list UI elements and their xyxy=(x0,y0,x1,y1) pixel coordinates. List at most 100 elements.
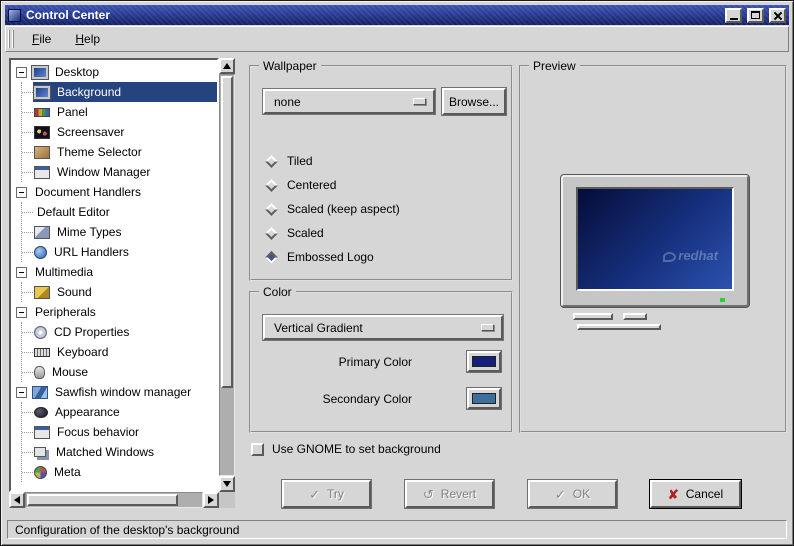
radio-icon xyxy=(265,178,278,192)
screensaver-icon xyxy=(34,125,50,139)
tree-row-peripherals[interactable]: Peripherals xyxy=(14,302,217,322)
appearance-icon xyxy=(34,406,48,418)
keyboard-icon xyxy=(34,347,50,357)
preview-legend: Preview xyxy=(529,59,580,73)
minimize-button[interactable] xyxy=(725,7,742,23)
arrow-left-icon xyxy=(14,496,20,504)
radio-scaled[interactable]: Scaled xyxy=(265,225,324,241)
tree-row-mime-types[interactable]: Mime Types xyxy=(22,222,217,242)
radio-embossed-logo[interactable]: Embossed Logo xyxy=(265,249,374,265)
use-gnome-checkbox-label: Use GNOME to set background xyxy=(272,442,441,456)
radio-icon xyxy=(265,154,278,168)
category-tree-panel: Desktop Background Panel Screensaver The… xyxy=(9,58,235,508)
vertical-scroll-thumb[interactable] xyxy=(221,76,233,388)
tree-row-mouse[interactable]: Mouse xyxy=(22,362,217,382)
titlebar[interactable]: Control Center xyxy=(5,5,789,25)
url-handlers-icon xyxy=(34,245,47,259)
checkbox-icon[interactable] xyxy=(251,442,264,456)
tree-row-screensaver[interactable]: Screensaver xyxy=(22,122,217,142)
collapse-icon[interactable] xyxy=(16,186,27,198)
meta-icon xyxy=(34,465,47,479)
tree-row-url-handlers[interactable]: URL Handlers xyxy=(22,242,217,262)
tree-row-default-editor[interactable]: Default Editor xyxy=(22,202,217,222)
collapse-icon[interactable] xyxy=(16,306,27,318)
theme-selector-icon xyxy=(34,145,50,159)
option-menu-indicator-icon xyxy=(481,323,494,331)
secondary-color-button[interactable] xyxy=(467,388,501,409)
wallpaper-dropdown[interactable]: none xyxy=(263,89,435,114)
preview-screen: redhat xyxy=(576,187,734,291)
window-title: Control Center xyxy=(26,8,110,22)
radio-centered[interactable]: Centered xyxy=(265,177,336,193)
scroll-left-button[interactable] xyxy=(9,492,25,508)
collapse-icon[interactable] xyxy=(16,266,27,278)
tree-row-panel[interactable]: Panel xyxy=(22,102,217,122)
menubar: File Help xyxy=(5,26,789,52)
redhat-logo: redhat xyxy=(663,248,718,263)
tree-row-document-handlers[interactable]: Document Handlers xyxy=(14,182,217,202)
scroll-right-button[interactable] xyxy=(203,492,219,508)
status-text: Configuration of the desktop's backgroun… xyxy=(15,522,240,537)
preview-monitor: redhat xyxy=(560,174,750,308)
radio-checked-icon xyxy=(265,250,278,264)
use-gnome-checkbox-row[interactable]: Use GNOME to set background xyxy=(251,441,441,457)
tree-row-meta[interactable]: Meta xyxy=(22,462,217,482)
tree-row-window-manager[interactable]: Window Manager xyxy=(22,162,217,182)
keyboard-bar xyxy=(577,324,661,330)
tree-row-multimedia[interactable]: Multimedia xyxy=(14,262,217,282)
revert-button[interactable]: ↺ Revert xyxy=(405,480,494,508)
window-icon xyxy=(8,8,21,22)
category-tree: Desktop Background Panel Screensaver The… xyxy=(9,58,219,492)
maximize-icon xyxy=(751,11,760,19)
focus-behavior-icon xyxy=(34,425,50,439)
tree-row-theme-selector[interactable]: Theme Selector xyxy=(22,142,217,162)
ok-icon: ✓ xyxy=(554,486,566,502)
tree-vertical-scrollbar[interactable] xyxy=(219,58,235,492)
cancel-button[interactable]: ✘ Cancel xyxy=(650,480,741,508)
arrow-up-icon xyxy=(223,63,231,69)
tree-row-appearance[interactable]: Appearance xyxy=(22,402,217,422)
redhat-swirl-icon xyxy=(663,252,677,262)
try-button[interactable]: ✓ Try xyxy=(282,480,371,508)
tree-row-keyboard[interactable]: Keyboard xyxy=(22,342,217,362)
menu-help[interactable]: Help xyxy=(63,28,112,51)
secondary-color-label: Secondary Color xyxy=(322,391,412,406)
close-icon xyxy=(773,11,782,20)
maximize-button[interactable] xyxy=(747,7,764,23)
radio-tiled[interactable]: Tiled xyxy=(265,153,313,169)
ok-button[interactable]: ✓ OK xyxy=(528,480,617,508)
option-menu-indicator-icon xyxy=(413,97,426,105)
tree-row-sound[interactable]: Sound xyxy=(22,282,217,302)
sound-icon xyxy=(34,285,50,299)
preview-group: Preview redhat xyxy=(519,59,787,433)
tree-row-background[interactable]: Background xyxy=(22,82,217,102)
menubar-grip[interactable] xyxy=(8,30,16,48)
matched-windows-icon xyxy=(34,447,46,457)
panel-icon xyxy=(34,107,50,117)
status-text-area: Configuration of the desktop's backgroun… xyxy=(7,520,787,539)
arrow-down-icon xyxy=(223,481,231,487)
minimize-icon xyxy=(729,17,738,20)
tree-row-cd-properties[interactable]: CD Properties xyxy=(22,322,217,342)
menu-file[interactable]: File xyxy=(20,28,63,51)
collapse-icon[interactable] xyxy=(16,386,27,398)
color-group: Color Vertical Gradient Primary Color Se… xyxy=(249,285,513,433)
tree-row-matched-windows[interactable]: Matched Windows xyxy=(22,442,217,462)
mime-types-icon xyxy=(34,225,50,239)
tree-row-sawfish[interactable]: Sawfish window manager xyxy=(14,382,217,402)
tree-horizontal-scrollbar[interactable] xyxy=(9,492,219,508)
gradient-dropdown[interactable]: Vertical Gradient xyxy=(263,315,503,340)
wallpaper-group: Wallpaper none Browse... Tiled Centered … xyxy=(249,59,513,281)
revert-icon: ↺ xyxy=(422,486,434,502)
radio-scaled-keep-aspect[interactable]: Scaled (keep aspect) xyxy=(265,201,400,217)
primary-color-button[interactable] xyxy=(467,351,501,372)
collapse-icon[interactable] xyxy=(16,66,27,78)
browse-button[interactable]: Browse... xyxy=(442,88,506,115)
horizontal-scroll-thumb[interactable] xyxy=(27,494,179,506)
scroll-up-button[interactable] xyxy=(219,58,235,74)
close-button[interactable] xyxy=(769,7,786,23)
scroll-down-button[interactable] xyxy=(219,476,235,492)
tree-row-desktop[interactable]: Desktop xyxy=(14,62,217,82)
statusbar: Configuration of the desktop's backgroun… xyxy=(5,518,789,541)
tree-row-focus-behavior[interactable]: Focus behavior xyxy=(22,422,217,442)
